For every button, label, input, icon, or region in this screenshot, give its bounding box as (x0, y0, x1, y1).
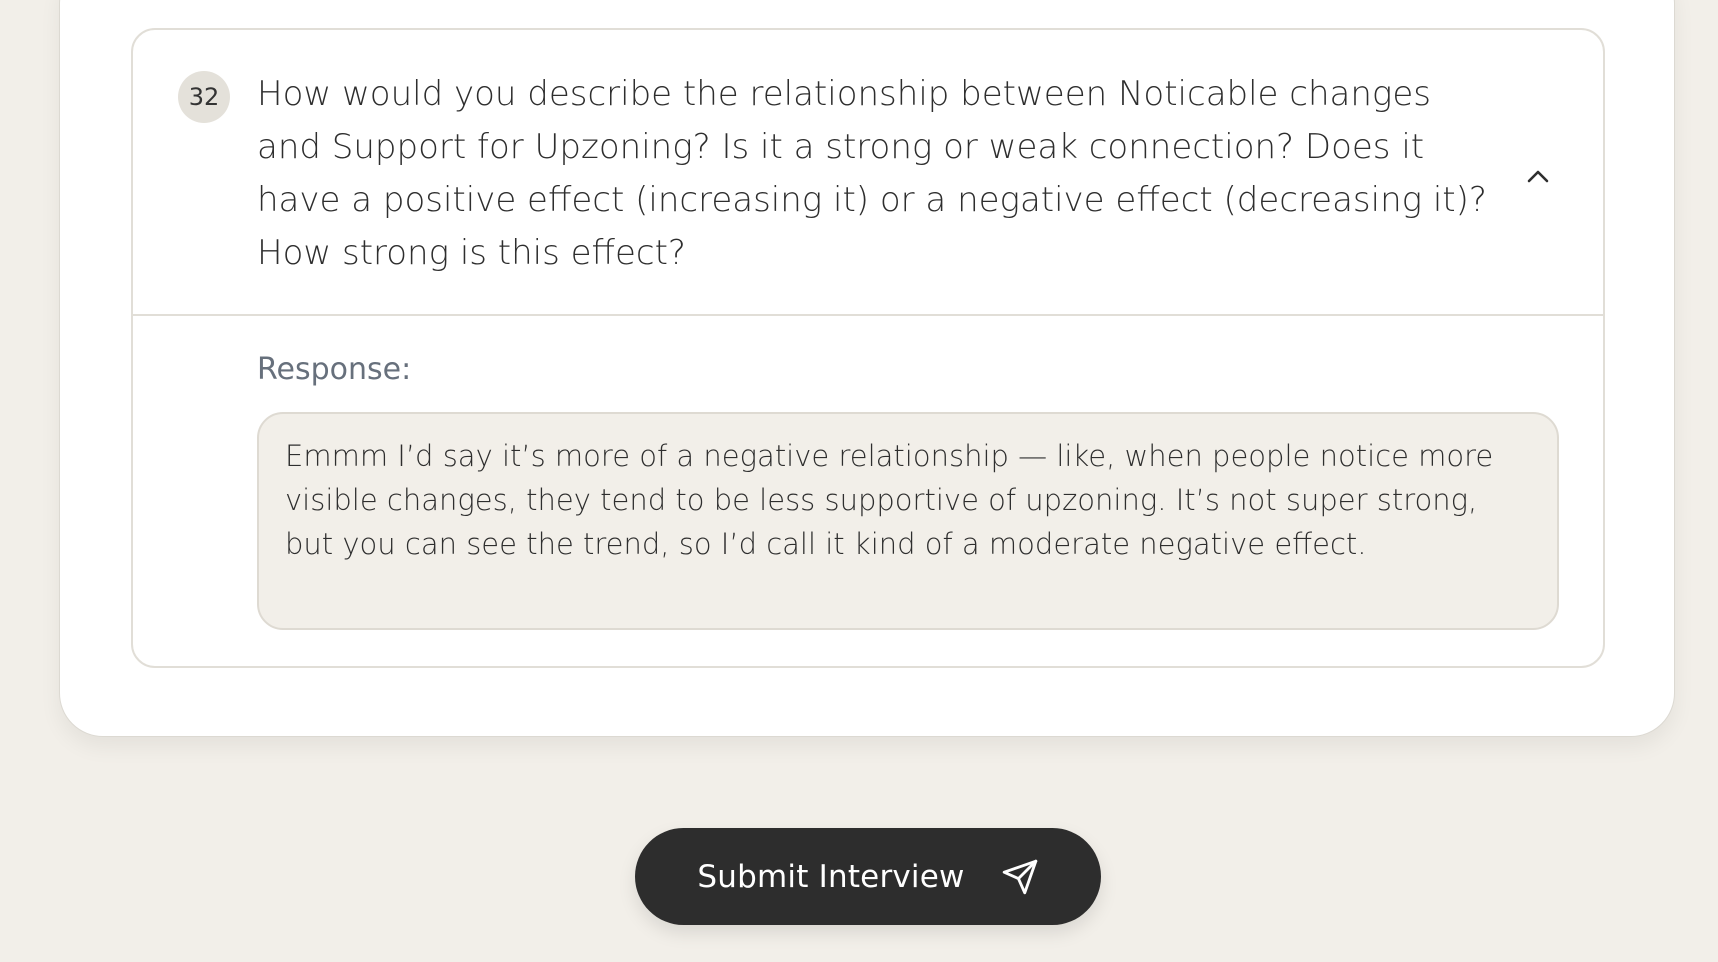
question-text: How would you describe the relationship … (257, 74, 1487, 273)
question-body: Response: Emmm I’d say it’s more of a ne… (133, 316, 1603, 666)
response-label: Response: (257, 352, 412, 387)
submit-interview-button[interactable]: Submit Interview (635, 828, 1101, 925)
question-header[interactable]: 32 How would you describe the relationsh… (133, 30, 1603, 316)
question-number-badge: 32 (178, 71, 230, 123)
question-card: 32 How would you describe the relationsh… (131, 28, 1605, 668)
submit-interview-label: Submit Interview (697, 858, 965, 895)
chevron-up-icon[interactable] (1525, 163, 1551, 189)
send-icon (1002, 859, 1037, 894)
response-textarea[interactable]: Emmm I’d say it’s more of a negative rel… (257, 412, 1559, 630)
